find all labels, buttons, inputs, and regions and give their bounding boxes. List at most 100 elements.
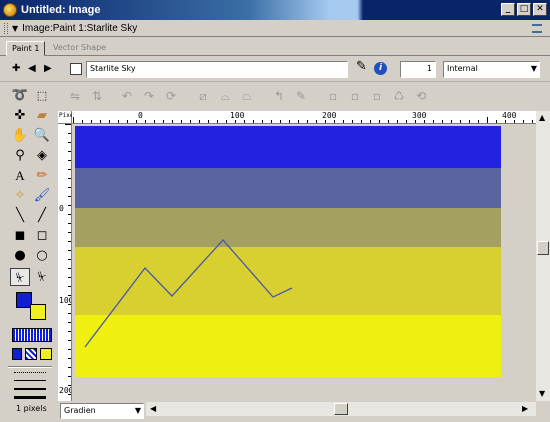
magnifier-icon[interactable]: 🔍 <box>32 127 52 145</box>
lasso-icon[interactable]: ➰ <box>10 87 30 105</box>
horizontal-scrollbar[interactable]: ◀ ▶ <box>146 402 536 416</box>
marquee-icon[interactable]: ⬚ <box>32 87 52 105</box>
close-button[interactable]: ✕ <box>533 3 547 16</box>
registration-point-icon[interactable]: ✜ <box>10 107 30 125</box>
ruler-tick <box>68 367 71 368</box>
horizontal-scroll-thumb[interactable] <box>334 403 348 415</box>
fill-icon[interactable]: ♺ <box>390 87 408 105</box>
line-width-1[interactable] <box>14 380 46 381</box>
gradient-end-swatch[interactable] <box>40 348 52 360</box>
ruler-tick <box>68 169 71 170</box>
ruler-tick <box>199 120 200 123</box>
text-tool-icon[interactable]: A <box>10 167 30 185</box>
flip-horizontal-icon[interactable]: ⇋ <box>66 87 84 105</box>
script-icon[interactable]: ✎ <box>356 60 367 73</box>
pencil-icon[interactable]: ✏ <box>32 167 52 185</box>
ruler-tick <box>68 241 71 242</box>
tab-vector-shape[interactable]: Vector Shape <box>48 41 111 56</box>
ruler-tick <box>91 120 92 123</box>
tab-paint[interactable]: Paint 1 <box>6 41 46 56</box>
skew-icon[interactable]: ⧄ <box>194 87 212 105</box>
frame-number-field[interactable]: 1 <box>400 61 436 78</box>
ink-mode-select[interactable]: Internal ▼ <box>443 61 540 78</box>
rotate-right-icon[interactable]: ↷ <box>140 87 158 105</box>
flip-vertical-icon[interactable]: ⇅ <box>88 87 106 105</box>
switch-colors-icon[interactable]: ⟲ <box>412 87 430 105</box>
gradient-start-swatch[interactable] <box>12 348 22 360</box>
arc-icon[interactable]: ╲ <box>10 207 30 225</box>
gradient-type-select[interactable]: Gradien ▼ <box>60 403 144 419</box>
ruler-tick <box>415 120 416 123</box>
background-color-swatch[interactable] <box>30 304 46 320</box>
ruler-tick <box>163 120 164 123</box>
ellipse-icon[interactable]: ○ <box>32 247 52 265</box>
ruler-tick <box>68 385 71 386</box>
editor-tabs: Paint 1 Vector Shape <box>0 38 550 56</box>
toolbox-separator <box>8 366 52 368</box>
ruler-tick <box>397 120 398 123</box>
maximize-button[interactable]: □ <box>517 3 531 16</box>
bitmap-image[interactable] <box>75 126 501 377</box>
invert-icon[interactable]: ▫ <box>324 87 342 105</box>
panel-grip-icon[interactable] <box>4 23 8 34</box>
ruler-tick <box>334 120 335 123</box>
band-slate <box>75 168 501 208</box>
collapse-arrow-icon[interactable]: ▼ <box>12 24 18 33</box>
scroll-right-arrow-icon[interactable]: ▶ <box>522 404 528 413</box>
filled-rectangle-icon[interactable]: ◼ <box>10 227 30 245</box>
ruler-tick <box>181 120 182 123</box>
filled-polygon-icon[interactable]: ⏧ <box>10 268 30 286</box>
brush-icon[interactable]: 🖌 <box>32 187 52 205</box>
smooth-icon[interactable]: ↰ <box>270 87 288 105</box>
polygon-icon[interactable]: ⏧ <box>32 268 52 286</box>
previous-member-icon[interactable]: ◀ <box>28 64 36 74</box>
ruler-tick <box>505 120 506 123</box>
next-member-icon[interactable]: ▶ <box>44 64 52 74</box>
eyedropper-icon[interactable]: ⚲ <box>10 147 30 165</box>
lighten-icon[interactable]: ▫ <box>346 87 364 105</box>
ruler-tick <box>217 120 218 123</box>
ruler-tick <box>68 277 71 278</box>
options-menu-icon[interactable] <box>532 24 542 33</box>
gradient-pattern-icon[interactable] <box>25 348 37 360</box>
rectangle-icon[interactable]: ◻ <box>32 227 52 245</box>
window-title: Untitled: Image <box>21 4 101 16</box>
ruler-tick <box>68 160 71 161</box>
line-width-2[interactable] <box>14 388 46 390</box>
free-rotate-icon[interactable]: ⟳ <box>162 87 180 105</box>
band-olive <box>75 208 501 247</box>
minimize-button[interactable]: _ <box>501 3 515 16</box>
rotate-left-icon[interactable]: ↶ <box>118 87 136 105</box>
dropdown-arrow-icon: ▼ <box>134 406 141 415</box>
drag-member-icon[interactable] <box>70 63 82 75</box>
vertical-scroll-thumb[interactable] <box>537 241 549 255</box>
director-app-icon[interactable] <box>3 3 17 17</box>
ruler-tick <box>487 117 488 123</box>
vertical-scrollbar[interactable]: ▲ ▼ <box>536 111 550 401</box>
line-width-3[interactable] <box>14 396 46 399</box>
gradient-pattern-swatch[interactable] <box>12 328 52 342</box>
member-name-field[interactable]: Starlite Sky <box>86 61 348 78</box>
ruler-tick <box>406 120 407 123</box>
perspective-icon[interactable]: ⏢ <box>238 87 256 105</box>
trace-edges-icon[interactable]: ✎ <box>292 87 310 105</box>
add-member-icon[interactable]: ✚ <box>12 64 20 74</box>
eraser-icon[interactable]: ▰ <box>32 107 52 125</box>
darken-icon[interactable]: ▫ <box>368 87 386 105</box>
air-brush-icon[interactable]: ✧ <box>10 187 30 205</box>
info-icon[interactable]: i <box>374 62 387 75</box>
no-line-option[interactable] <box>14 372 46 373</box>
line-icon[interactable]: ╱ <box>32 207 52 225</box>
scroll-left-arrow-icon[interactable]: ◀ <box>150 404 156 413</box>
ruler-tick <box>469 120 470 123</box>
scroll-down-arrow-icon[interactable]: ▼ <box>539 389 545 398</box>
paint-bucket-icon[interactable]: ◈ <box>32 147 52 165</box>
ruler-tick <box>154 120 155 123</box>
warp-icon[interactable]: ⌓ <box>216 87 234 105</box>
filled-ellipse-icon[interactable]: ● <box>10 247 30 265</box>
ruler-unit-corner[interactable]: Pixe <box>58 111 73 124</box>
hand-icon[interactable]: ✋ <box>10 127 30 145</box>
ruler-tick <box>424 120 425 123</box>
window-title-bar[interactable]: Untitled: Image _ □ ✕ <box>0 0 550 20</box>
scroll-up-arrow-icon[interactable]: ▲ <box>539 113 545 122</box>
